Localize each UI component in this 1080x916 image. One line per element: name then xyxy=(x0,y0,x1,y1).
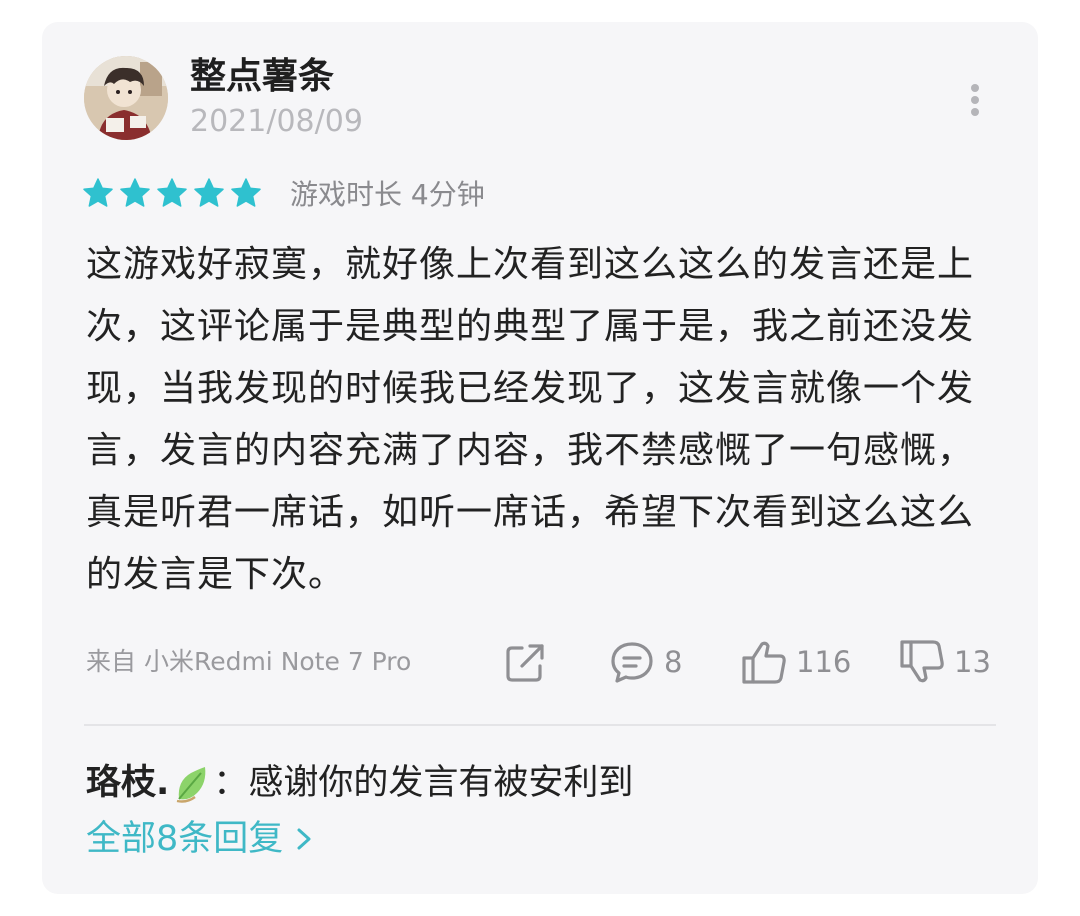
like-button[interactable]: 116 xyxy=(740,638,851,686)
star-icon xyxy=(194,178,224,207)
thumbs-up-icon xyxy=(742,641,786,684)
star-icon xyxy=(83,178,113,207)
like-count: 116 xyxy=(796,645,852,679)
leaf-icon xyxy=(177,767,206,803)
thumbs-down-icon xyxy=(900,640,944,683)
avatar[interactable] xyxy=(84,56,168,140)
comment-icon xyxy=(611,642,653,683)
chevron-right-icon xyxy=(297,828,311,850)
star-rating xyxy=(82,177,262,209)
star-icon xyxy=(231,178,261,207)
dislike-button[interactable]: 13 xyxy=(898,638,991,686)
username[interactable]: 整点薯条 xyxy=(190,56,334,98)
view-all-replies-label: 全部8条回复 xyxy=(86,819,284,859)
dot-icon xyxy=(971,84,979,92)
reply-text: 感谢你的发言有被安利到 xyxy=(248,763,634,803)
device-info: 来自 小米Redmi Note 7 Pro xyxy=(86,647,412,676)
dot-icon xyxy=(971,108,979,116)
reply-separator: ： xyxy=(213,763,249,803)
review-content: 这游戏好寂寞，就好像上次看到这么这么的发言还是上次，这评论属于是典型的典型了属于… xyxy=(86,244,975,595)
share-icon xyxy=(506,644,544,682)
dislike-count: 13 xyxy=(954,645,991,679)
comment-button[interactable]: 8 xyxy=(608,638,682,686)
review-date: 2021/08/09 xyxy=(190,104,363,139)
dot-icon xyxy=(971,96,979,104)
reply-item[interactable]: 珞枝. ： 感谢你的发言有被安利到 xyxy=(86,760,633,806)
divider xyxy=(84,724,996,726)
star-icon xyxy=(120,178,150,207)
view-all-replies-link[interactable]: 全部8条回复 xyxy=(86,816,317,862)
playtime: 游戏时长 4分钟 xyxy=(290,178,485,211)
star-icon xyxy=(157,178,187,207)
share-button[interactable] xyxy=(502,638,550,686)
comment-count: 8 xyxy=(664,645,683,679)
reply-author[interactable]: 珞枝. xyxy=(86,760,169,806)
more-options-button[interactable] xyxy=(960,80,990,120)
